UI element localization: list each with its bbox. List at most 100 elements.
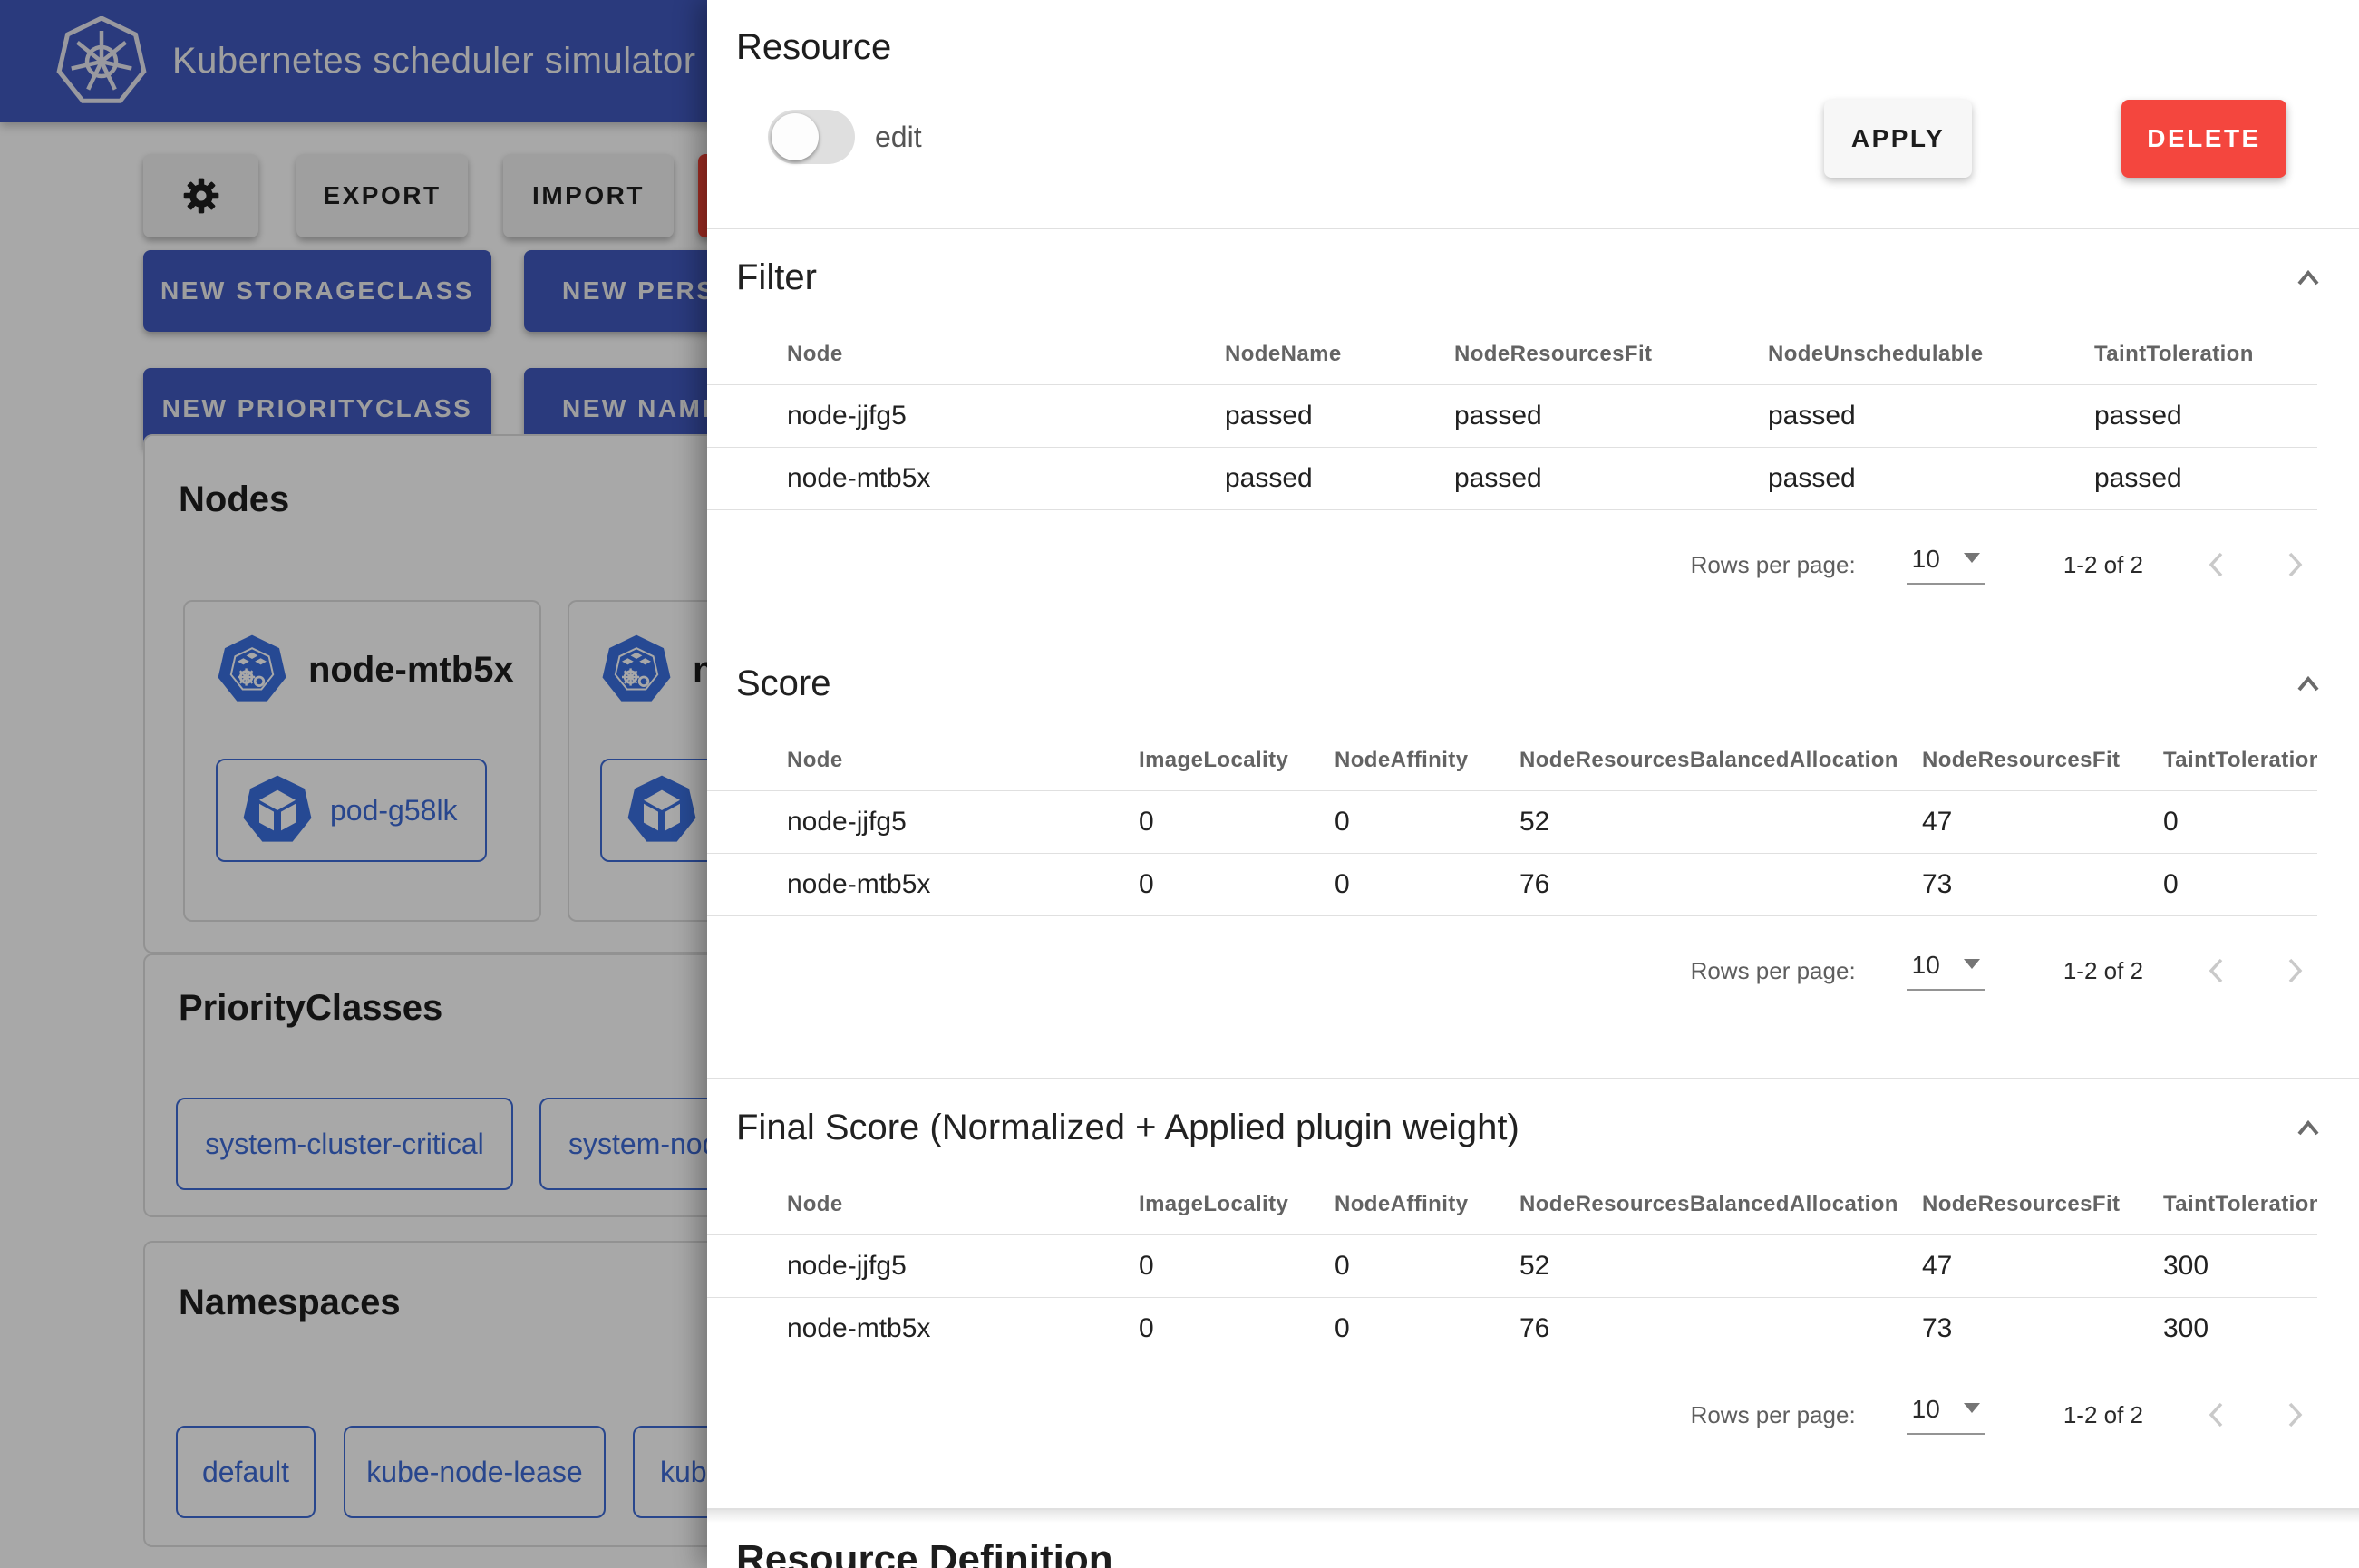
column-header: Node: [707, 324, 1225, 385]
table-cell: node-mtb5x: [707, 448, 1225, 510]
column-header: ImageLocality: [1139, 731, 1335, 791]
table-cell: 47: [1922, 1235, 2163, 1298]
table-cell: 300: [2163, 1298, 2317, 1360]
table-cell: 73: [1922, 1298, 2163, 1360]
caret-down-icon: [1964, 959, 1980, 969]
section-title: Final Score (Normalized + Applied plugin…: [736, 1106, 2359, 1149]
rows-per-page-label: Rows per page:: [1691, 1401, 1856, 1429]
caret-down-icon: [1964, 553, 1980, 563]
table-cell: 73: [1922, 854, 2163, 916]
pagination-range: 1-2 of 2: [2063, 957, 2143, 985]
section-title: Score: [736, 662, 2359, 705]
column-header: NodeResourcesBalancedAllocation: [1519, 731, 1922, 791]
chevron-left-icon: [2199, 1397, 2236, 1433]
chevron-right-icon: [2276, 953, 2312, 989]
caret-down-icon: [1964, 1403, 1980, 1413]
table-cell: 47: [1922, 791, 2163, 854]
table-cell: 0: [1139, 791, 1335, 854]
table-row: node-jjfg50052470: [707, 791, 2317, 854]
rows-per-page-select[interactable]: 10: [1907, 1395, 1985, 1435]
previous-page-button[interactable]: [2198, 1395, 2238, 1435]
pagination: Rows per page: 10 1-2 of 2: [707, 521, 2359, 608]
previous-page-button[interactable]: [2198, 545, 2238, 585]
resource-definition-title: Resource Definition: [736, 1537, 1113, 1568]
table-cell: 0: [1139, 1235, 1335, 1298]
table-cell: 0: [1139, 1298, 1335, 1360]
apply-button[interactable]: APPLY: [1824, 100, 1972, 178]
column-header: ImageLocality: [1139, 1175, 1335, 1235]
column-header: Node: [707, 1175, 1139, 1235]
table-row: node-mtb5x007673300: [707, 1298, 2317, 1360]
table-cell: passed: [2094, 385, 2317, 448]
rows-per-page-value: 10: [1912, 1395, 1940, 1424]
delete-button[interactable]: DELETE: [2121, 100, 2286, 178]
next-page-button[interactable]: [2274, 951, 2314, 991]
next-page-button[interactable]: [2274, 545, 2314, 585]
score-section: Score NodeImageLocalityNodeAffinityNodeR…: [707, 634, 2359, 1079]
table-cell: passed: [1225, 385, 1454, 448]
column-header: NodeAffinity: [1335, 1175, 1519, 1235]
chevron-right-icon: [2276, 1397, 2312, 1433]
table-cell: 52: [1519, 791, 1922, 854]
rows-per-page-value: 10: [1912, 951, 1940, 980]
filter-section: Filter NodeNodeNameNodeResourcesFitNodeU…: [707, 228, 2359, 634]
final-score-results-table: NodeImageLocalityNodeAffinity NodeResourc…: [707, 1175, 2317, 1360]
rows-per-page-value: 10: [1912, 545, 1940, 574]
pagination: Rows per page: 10 1-2 of 2: [707, 927, 2359, 1014]
column-header: TaintToleration: [2163, 731, 2317, 791]
table-cell: passed: [1768, 448, 2094, 510]
column-header: Node: [707, 731, 1139, 791]
edit-toggle-label: edit: [875, 110, 922, 164]
table-cell: node-jjfg5: [707, 791, 1139, 854]
table-cell: 0: [1335, 1235, 1519, 1298]
table-cell: 0: [1335, 791, 1519, 854]
score-results-table: NodeImageLocalityNodeAffinityNodeResourc…: [707, 731, 2317, 916]
column-header: TaintToleration: [2094, 324, 2317, 385]
rows-per-page-label: Rows per page:: [1691, 551, 1856, 579]
table-cell: node-mtb5x: [707, 854, 1139, 916]
rows-per-page-select[interactable]: 10: [1907, 951, 1985, 991]
collapse-section-button[interactable]: [2288, 259, 2328, 299]
chevron-left-icon: [2199, 547, 2236, 583]
next-page-button[interactable]: [2274, 1395, 2314, 1435]
collapse-section-button[interactable]: [2288, 665, 2328, 705]
table-cell: 300: [2163, 1235, 2317, 1298]
collapse-section-button[interactable]: [2288, 1109, 2328, 1149]
table-cell: 52: [1519, 1235, 1922, 1298]
table-cell: node-jjfg5: [707, 1235, 1139, 1298]
pagination: Rows per page: 10 1-2 of 2: [707, 1371, 2359, 1458]
table-cell: passed: [1225, 448, 1454, 510]
resource-drawer: Resource edit APPLY DELETE Filter NodeNo…: [707, 0, 2359, 1568]
filter-results-table: NodeNodeNameNodeResourcesFitNodeUnschedu…: [707, 324, 2317, 510]
chevron-right-icon: [2276, 547, 2312, 583]
table-cell: node-jjfg5: [707, 385, 1225, 448]
table-row: node-mtb5x0076730: [707, 854, 2317, 916]
table-row: node-jjfg5005247300: [707, 1235, 2317, 1298]
resource-definition-section: Resource Definition: [707, 1509, 2359, 1568]
previous-page-button[interactable]: [2198, 951, 2238, 991]
column-header: NodeResourcesFit: [1922, 731, 2163, 791]
edit-toggle[interactable]: [768, 110, 855, 164]
pagination-range: 1-2 of 2: [2063, 1401, 2143, 1429]
chevron-up-icon: [2290, 261, 2326, 297]
rows-per-page-select[interactable]: 10: [1907, 545, 1985, 585]
table-cell: 0: [1335, 854, 1519, 916]
column-header: NodeAffinity: [1335, 731, 1519, 791]
section-title: Filter: [736, 256, 2359, 299]
table-cell: passed: [1454, 448, 1768, 510]
table-cell: passed: [2094, 448, 2317, 510]
table-cell: 76: [1519, 1298, 1922, 1360]
rows-per-page-label: Rows per page:: [1691, 957, 1856, 985]
table-cell: 0: [2163, 791, 2317, 854]
final-score-section: Final Score (Normalized + Applied plugin…: [707, 1079, 2359, 1509]
table-cell: node-mtb5x: [707, 1298, 1139, 1360]
table-row: node-mtb5xpassedpassedpassedpassed: [707, 448, 2317, 510]
chevron-up-icon: [2290, 667, 2326, 703]
chevron-left-icon: [2199, 953, 2236, 989]
drawer-title: Resource: [736, 27, 891, 68]
pagination-range: 1-2 of 2: [2063, 551, 2143, 579]
table-cell: 0: [2163, 854, 2317, 916]
column-header: NodeResourcesFit: [1922, 1175, 2163, 1235]
table-row: node-jjfg5passedpassedpassedpassed: [707, 385, 2317, 448]
drawer-header: Resource edit APPLY DELETE: [707, 0, 2359, 229]
